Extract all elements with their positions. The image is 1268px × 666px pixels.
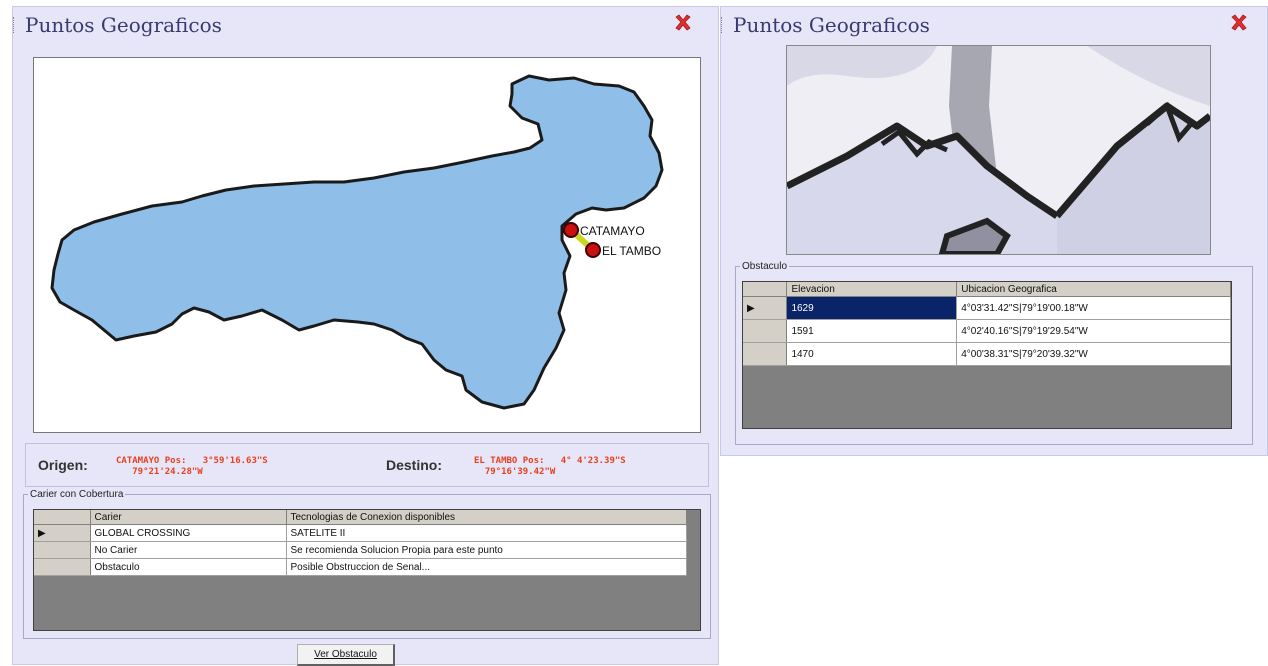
view-obstacle-button-label: Ver Obstaculo [314, 649, 377, 660]
destination-label: Destino: [386, 457, 442, 473]
marker-catamayo [563, 222, 579, 238]
carrier-cell[interactable]: No Carier [90, 541, 287, 559]
row-selector-current-icon[interactable]: ▶ [743, 296, 788, 320]
column-header-technologies[interactable]: Tecnologias de Conexion disponibles [286, 510, 687, 525]
destination-value: EL TAMBO Pos: 4° 4'23.39"S 79°16'39.42"W [474, 456, 626, 477]
marker-el-tambo [585, 242, 601, 258]
table-row[interactable]: 1470 4°00'38.31"S|79°20'39.32"W [743, 342, 1231, 366]
close-icon[interactable] [1229, 13, 1249, 33]
marker-label-catamayo: CATAMAYO [580, 224, 645, 238]
route-info-panel: Origen: CATAMAYO Pos: 3°59'16.63"S 79°21… [25, 443, 709, 487]
row-selector[interactable] [34, 541, 91, 559]
elevation-cell[interactable]: 1470 [786, 342, 958, 366]
obstacle-image [786, 45, 1211, 255]
row-header-corner [34, 510, 91, 525]
carrier-cell[interactable]: GLOBAL CROSSING [90, 524, 287, 542]
table-row[interactable]: 1591 4°02'40.16"S|79°19'29.54"W [743, 319, 1231, 343]
location-cell[interactable]: 4°02'40.16"S|79°19'29.54"W [956, 319, 1231, 343]
grip-handle [721, 17, 724, 33]
table-row[interactable]: ▶ GLOBAL CROSSING SATELITE II [34, 524, 687, 542]
technology-cell[interactable]: Posible Obstruccion de Senal... [286, 558, 687, 576]
column-header-elevation[interactable]: Elevacion [786, 282, 958, 297]
window-title: Puntos Geograficos [25, 13, 222, 37]
grip-handle [13, 17, 16, 33]
row-selector-current-icon[interactable]: ▶ [34, 524, 91, 542]
carrier-grid[interactable]: Carier Tecnologias de Conexion disponibl… [33, 509, 701, 631]
table-row[interactable]: ▶ 1629 4°03'31.42"S|79°19'00.18"W [743, 296, 1231, 320]
obstacle-grid[interactable]: Elevacion Ubicacion Geografica ▶ 1629 4°… [742, 281, 1232, 429]
title-bar: Puntos Geograficos [721, 7, 1267, 41]
origin-value: CATAMAYO Pos: 3°59'16.63"S 79°21'24.28"W [116, 456, 268, 477]
row-selector[interactable] [743, 319, 788, 343]
column-header-location[interactable]: Ubicacion Geografica [956, 282, 1231, 297]
elevation-cell[interactable]: 1591 [786, 319, 958, 343]
location-cell[interactable]: 4°03'31.42"S|79°19'00.18"W [956, 296, 1231, 320]
row-selector[interactable] [34, 558, 91, 576]
row-selector[interactable] [743, 342, 788, 366]
technology-cell[interactable]: SATELITE II [286, 524, 687, 542]
elevation-cell[interactable]: 1629 [786, 296, 958, 320]
technology-cell[interactable]: Se recomienda Solucion Propia para este … [286, 541, 687, 559]
table-row[interactable]: No Carier Se recomienda Solucion Propia … [34, 541, 687, 559]
table-row[interactable]: Obstaculo Posible Obstruccion de Senal..… [34, 558, 687, 576]
view-obstacle-button[interactable]: Ver Obstaculo [297, 644, 395, 666]
window-title: Puntos Geograficos [733, 13, 930, 37]
puntos-geograficos-window-left: Puntos Geograficos CATAMAYO EL TAMBO Ori… [12, 6, 719, 666]
puntos-geograficos-window-right: Puntos Geograficos Obstaculo Elevacion U… [720, 6, 1268, 456]
obstacle-legend: Obstaculo [742, 261, 788, 272]
carrier-cell[interactable]: Obstaculo [90, 558, 287, 576]
column-header-carrier[interactable]: Carier [90, 510, 287, 525]
title-bar: Puntos Geograficos [13, 7, 718, 41]
close-icon[interactable] [673, 13, 693, 33]
map-view[interactable]: CATAMAYO EL TAMBO [33, 57, 701, 433]
location-cell[interactable]: 4°00'38.31"S|79°20'39.32"W [956, 342, 1231, 366]
carrier-coverage-legend: Carier con Cobertura [30, 489, 124, 500]
mountain-illustration-icon [787, 46, 1210, 254]
region-shape [50, 74, 664, 410]
origin-label: Origen: [38, 457, 88, 473]
row-header-corner [743, 282, 788, 297]
marker-label-el-tambo: EL TAMBO [602, 244, 661, 258]
